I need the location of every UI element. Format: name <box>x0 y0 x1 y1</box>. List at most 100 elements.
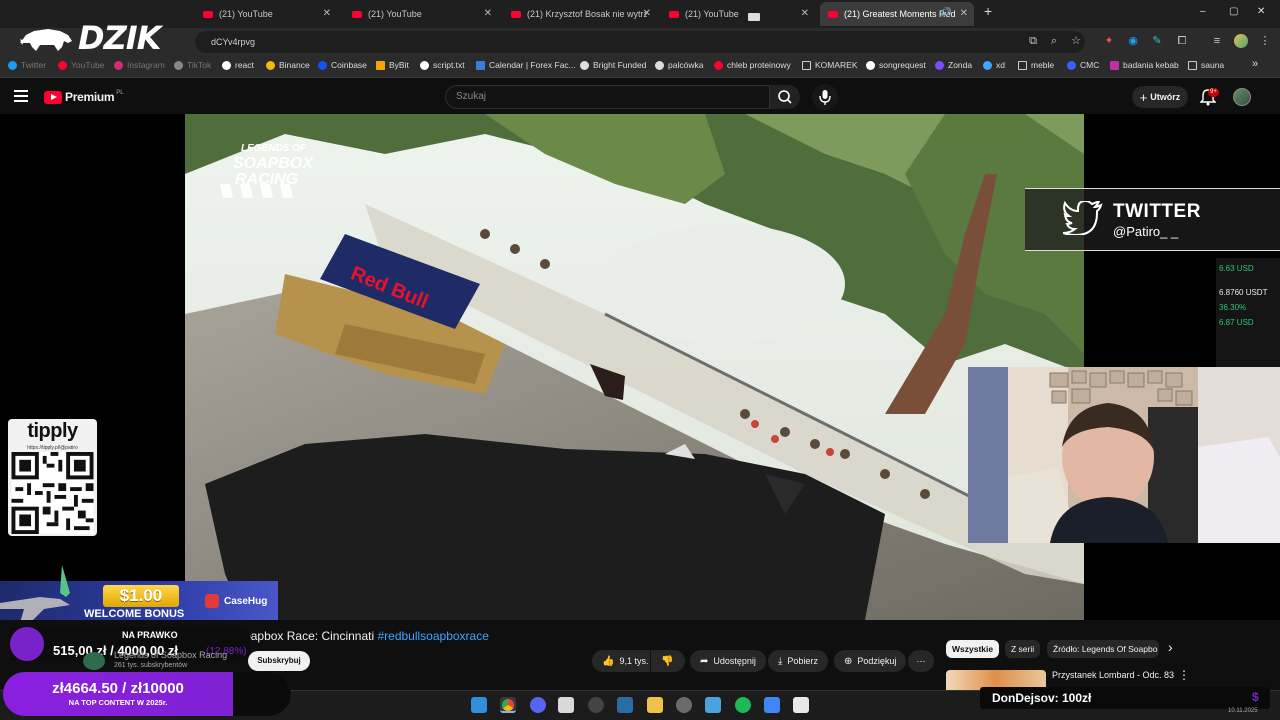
calendar-icon <box>476 60 485 70</box>
chip-all[interactable]: Wszystkie <box>946 640 1000 658</box>
bookmark-item[interactable]: Bright Funded <box>580 60 646 70</box>
keyboard-icon[interactable] <box>748 13 760 21</box>
video-hashtag[interactable]: #redbullsoapboxrace <box>377 629 488 643</box>
voice-search-button[interactable] <box>812 84 838 110</box>
bookmark-item[interactable]: palcówka <box>655 60 703 70</box>
bookmark-item[interactable]: Binance <box>266 60 310 70</box>
channel-name[interactable]: Legends of Soapbox Racing <box>114 650 227 660</box>
bookmark-label: meble <box>1031 60 1055 70</box>
bookmark-favicon-icon <box>866 60 875 70</box>
browser-menu-icon[interactable]: ⋮ <box>1258 34 1272 48</box>
bookmark-item[interactable]: ByBit <box>376 60 409 70</box>
share-button[interactable]: ➦ Udostępnij <box>690 650 766 672</box>
show-logo-line: RACING <box>235 171 298 188</box>
search-button[interactable] <box>770 85 800 109</box>
bookmark-item[interactable]: react <box>222 60 254 70</box>
chrome-taskbar-icon[interactable] <box>500 697 516 713</box>
channel-avatar[interactable] <box>83 652 105 670</box>
bookmark-item[interactable]: YouTube <box>58 60 104 70</box>
browser-tab[interactable]: (21) YouTube ✕ <box>661 2 815 26</box>
bookmark-folder[interactable]: sauna <box>1188 60 1224 70</box>
file-explorer-icon[interactable] <box>647 697 663 713</box>
chip-source[interactable]: Źródło: Legends Of Soapbo <box>1047 640 1159 658</box>
minimize-button[interactable]: – <box>1200 6 1206 17</box>
subscribe-button[interactable]: Subskrybuj <box>248 651 310 671</box>
goal-remaining <box>233 672 291 716</box>
app-taskbar-icon[interactable] <box>705 697 721 713</box>
browser-tab-active[interactable]: (21) Greatest Moments Red 🔊 ✕ <box>820 2 974 26</box>
bookmark-item[interactable]: Calendar | Forex Fac... <box>476 60 576 70</box>
browser-tab[interactable]: (21) Krzysztof Bosak nie wytrzym ✕ <box>503 2 657 26</box>
close-tab-icon[interactable]: ✕ <box>960 8 968 19</box>
browser-tab[interactable]: (21) YouTube ✕ <box>344 2 498 26</box>
spotify-icon[interactable] <box>735 697 751 713</box>
goal-amounts: zł4664.50 / zł10000 <box>52 680 184 697</box>
start-button-icon[interactable] <box>471 697 487 713</box>
browser-tab[interactable]: (21) YouTube ✕ <box>195 2 337 26</box>
app-taskbar-icon[interactable] <box>676 697 692 713</box>
close-window-button[interactable]: ✕ <box>1257 6 1265 17</box>
close-tab-icon[interactable]: ✕ <box>484 8 492 19</box>
bookmark-item[interactable]: CMC <box>1067 60 1099 70</box>
bookmark-folder[interactable]: KOMAREK <box>802 60 858 70</box>
bookmark-favicon-icon <box>114 60 123 70</box>
create-button[interactable]: + Utwórz <box>1132 86 1188 108</box>
profile-avatar[interactable] <box>1234 34 1248 48</box>
recommended-title[interactable]: Przystanek Lombard - Odc. 83 <box>1052 670 1174 680</box>
bookmark-item[interactable]: Zonda <box>935 60 972 70</box>
discord-icon[interactable] <box>530 697 546 713</box>
address-bar[interactable]: dCYv4rpvg <box>195 31 1085 53</box>
bookmark-item[interactable]: Coinbase <box>318 60 367 70</box>
close-tab-icon[interactable]: ✕ <box>643 8 651 19</box>
search-input[interactable]: Szukaj <box>445 85 770 109</box>
hamburger-menu-icon[interactable] <box>14 90 28 102</box>
chip-series[interactable]: Z serii <box>1005 640 1041 658</box>
account-avatar[interactable] <box>1233 88 1251 106</box>
bonus-amount: $1.00 <box>103 585 179 607</box>
extension-icon[interactable]: ✎ <box>1150 34 1164 48</box>
bookmark-item[interactable]: Twitter <box>8 60 46 70</box>
more-bookmarks-button[interactable]: » <box>1252 58 1258 70</box>
youtube-favicon-icon <box>352 10 362 18</box>
chips-next-icon[interactable]: › <box>1168 639 1173 655</box>
youtube-premium-logo[interactable]: Premium PL <box>44 90 124 104</box>
media-control-icon[interactable]: ≡ <box>1210 34 1224 48</box>
app-taskbar-icon[interactable] <box>793 697 809 713</box>
recommended-more-icon[interactable]: ⋮ <box>1178 668 1190 682</box>
bookmark-item[interactable]: songrequest <box>866 60 926 70</box>
bookmark-star-icon[interactable]: ☆ <box>1069 34 1083 48</box>
maximize-button[interactable]: ▢ <box>1229 6 1238 17</box>
docs-icon[interactable] <box>764 697 780 713</box>
close-tab-icon[interactable]: ✕ <box>323 8 331 19</box>
bookmark-item[interactable]: TikTok <box>174 60 211 70</box>
donation-goal-content: zł4664.50 / zł10000 NA TOP CONTENT W 202… <box>3 672 291 716</box>
steam-icon[interactable] <box>617 697 633 713</box>
extension-icon[interactable]: ◉ <box>1126 34 1140 48</box>
app-taskbar-icon[interactable] <box>588 697 604 713</box>
new-tab-button[interactable]: + <box>984 3 992 19</box>
bookmark-item[interactable]: chleb proteinowy <box>714 60 791 70</box>
thanks-button[interactable]: ⊕ Podziękuj <box>834 650 907 672</box>
install-icon[interactable]: ⧉ <box>1026 34 1040 48</box>
casehug-logo: CaseHug <box>205 594 267 608</box>
coinmarketcap-icon <box>1067 60 1076 70</box>
extension-icon[interactable]: ✦ <box>1102 34 1116 48</box>
ticker-value: 36.30% <box>1219 303 1247 312</box>
bookmark-item[interactable]: Instagram <box>114 60 165 70</box>
bookmark-item[interactable]: xd <box>983 60 1005 70</box>
latest-donation-bar: DonDejsov: 100zł $ <box>980 687 1270 709</box>
dislike-button[interactable]: 👎 <box>651 650 685 672</box>
download-button[interactable]: ⤓ Pobierz <box>768 650 828 672</box>
more-actions-button[interactable]: ⋯ <box>908 650 934 672</box>
extensions-puzzle-icon[interactable]: ⧠ <box>1175 34 1189 48</box>
video-player[interactable]: Red Bull LEGENDS OF SOAPBOX RACING <box>185 114 1084 620</box>
bookmark-folder[interactable]: meble <box>1018 60 1054 70</box>
app-taskbar-icon[interactable] <box>558 697 574 713</box>
bookmark-item[interactable]: badania kebab <box>1110 60 1179 70</box>
audio-playing-icon[interactable]: 🔊 <box>941 7 952 18</box>
bookmark-label: chleb proteinowy <box>727 60 791 70</box>
zoom-icon[interactable]: ⌕ <box>1047 34 1061 48</box>
close-tab-icon[interactable]: ✕ <box>801 8 809 19</box>
bookmark-item[interactable]: script.txt <box>420 60 465 70</box>
like-button[interactable]: 👍 9,1 tys. <box>592 650 650 672</box>
